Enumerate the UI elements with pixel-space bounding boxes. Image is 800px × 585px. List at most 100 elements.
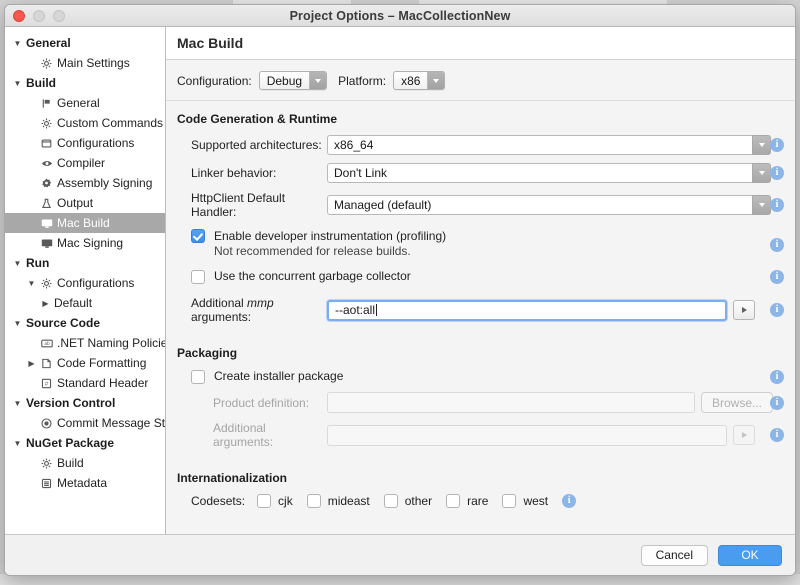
sidebar-item-metadata[interactable]: ▼Metadata — [5, 473, 165, 493]
httpclient-handler-value[interactable]: Managed (default) — [327, 195, 752, 215]
eye-icon — [38, 158, 55, 169]
additional-arguments-label: Additional arguments: — [213, 421, 327, 449]
configuration-dropdown[interactable]: Debug — [259, 71, 327, 90]
sidebar-item-output[interactable]: ▼Output — [5, 193, 165, 213]
sidebar-item-mac-signing[interactable]: ▼Mac Signing — [5, 233, 165, 253]
sidebar-item-label: Configurations — [55, 276, 134, 290]
sidebar-item-label: Configurations — [55, 136, 134, 150]
info-icon[interactable]: i — [770, 428, 784, 442]
sidebar-item-run[interactable]: ▼Run — [5, 253, 165, 273]
gear-icon — [38, 118, 55, 129]
sidebar-item-build[interactable]: ▼Build — [5, 73, 165, 93]
disclosure-triangle-open[interactable]: ▼ — [11, 319, 24, 328]
sidebar-item-general[interactable]: ▼General — [5, 33, 165, 53]
sidebar-item-source-code[interactable]: ▼Source Code — [5, 313, 165, 333]
window-body: ▼General▼Main Settings▼Build▼General▼Cus… — [5, 27, 795, 534]
chevron-down-icon[interactable] — [752, 163, 771, 183]
disclosure-triangle-closed[interactable]: ▶ — [25, 359, 38, 368]
info-icon[interactable]: i — [770, 270, 784, 284]
linker-behavior-value[interactable]: Don't Link — [327, 163, 752, 183]
info-icon[interactable]: i — [770, 198, 784, 212]
codeset-west[interactable]: west — [502, 494, 548, 508]
abc-icon: ab — [38, 338, 55, 349]
maximize-button[interactable] — [53, 10, 65, 22]
additional-arguments-input[interactable] — [327, 425, 727, 446]
disclosure-triangle-open[interactable]: ▼ — [11, 439, 24, 448]
window-titlebar[interactable]: Project Options – MacCollectionNew — [5, 5, 795, 27]
sidebar-item-custom-commands[interactable]: ▼Custom Commands — [5, 113, 165, 133]
chevron-down-icon[interactable] — [752, 135, 771, 155]
sidebar-item-configurations[interactable]: ▼Configurations — [5, 133, 165, 153]
sidebar-item-main-settings[interactable]: ▼Main Settings — [5, 53, 165, 73]
codeset-mideast-label: mideast — [328, 494, 370, 508]
page-title: Mac Build — [177, 35, 243, 51]
sidebar-item-nuget-package[interactable]: ▼NuGet Package — [5, 433, 165, 453]
platform-dropdown[interactable]: x86 — [393, 71, 445, 90]
supported-architectures-label: Supported architectures: — [191, 138, 327, 152]
mmp-arguments-expand-button[interactable] — [733, 300, 755, 320]
list-icon — [38, 478, 55, 489]
sidebar-item-compiler[interactable]: ▼Compiler — [5, 153, 165, 173]
disclosure-triangle-open[interactable]: ▼ — [11, 79, 24, 88]
codeset-cjk-label: cjk — [278, 494, 293, 508]
codeset-cjk-checkbox[interactable] — [257, 494, 271, 508]
mmp-arguments-input[interactable]: --aot:all — [327, 300, 727, 321]
disclosure-triangle-open[interactable]: ▼ — [11, 39, 24, 48]
ok-button[interactable]: OK — [718, 545, 782, 566]
info-icon[interactable]: i — [770, 303, 784, 317]
cancel-button[interactable]: Cancel — [641, 545, 708, 566]
codeset-rare-checkbox[interactable] — [446, 494, 460, 508]
monitor-icon — [38, 238, 55, 249]
disclosure-triangle-open[interactable]: ▼ — [11, 259, 24, 268]
browse-button[interactable]: Browse... — [701, 392, 773, 413]
additional-arguments-expand-button[interactable] — [733, 425, 755, 445]
sidebar-item-general[interactable]: ▼General — [5, 93, 165, 113]
info-icon[interactable]: i — [770, 166, 784, 180]
instrumentation-checkbox[interactable] — [191, 229, 205, 243]
sidebar-item-commit-message-style[interactable]: ▼Commit Message Style — [5, 413, 165, 433]
chevron-down-icon[interactable] — [752, 195, 771, 215]
codeset-mideast[interactable]: mideast — [307, 494, 370, 508]
sidebar-item-standard-header[interactable]: ▼#Standard Header — [5, 373, 165, 393]
settings-sidebar[interactable]: ▼General▼Main Settings▼Build▼General▼Cus… — [5, 27, 166, 534]
sidebar-item-mac-build[interactable]: ▼Mac Build — [5, 213, 165, 233]
info-icon[interactable]: i — [770, 238, 784, 252]
info-icon[interactable]: i — [770, 370, 784, 384]
create-installer-checkbox[interactable] — [191, 370, 205, 384]
settings-pane: Configuration: Debug Platform: x86 Code … — [166, 60, 795, 534]
linker-behavior-label: Linker behavior: — [191, 166, 327, 180]
sidebar-item-default[interactable]: ▶Default — [5, 293, 165, 313]
httpclient-handler-combo[interactable]: Managed (default) — [327, 195, 771, 215]
codeset-west-checkbox[interactable] — [502, 494, 516, 508]
sidebar-item-assembly-signing[interactable]: ▼Assembly Signing — [5, 173, 165, 193]
close-button[interactable] — [13, 10, 25, 22]
codeset-mideast-checkbox[interactable] — [307, 494, 321, 508]
supported-architectures-value[interactable]: x86_64 — [327, 135, 752, 155]
linker-behavior-combo[interactable]: Don't Link — [327, 163, 771, 183]
disclosure-triangle-open[interactable]: ▼ — [11, 399, 24, 408]
supported-architectures-combo[interactable]: x86_64 — [327, 135, 771, 155]
project-options-window: Project Options – MacCollectionNew ▼Gene… — [4, 4, 796, 576]
info-icon[interactable]: i — [770, 138, 784, 152]
codeset-other[interactable]: other — [384, 494, 432, 508]
sidebar-item-net-naming-policies[interactable]: ▼ab.NET Naming Policies — [5, 333, 165, 353]
target-icon — [38, 418, 55, 429]
configuration-row: Configuration: Debug Platform: x86 — [166, 60, 795, 101]
codeset-other-checkbox[interactable] — [384, 494, 398, 508]
info-icon[interactable]: i — [770, 396, 784, 410]
info-icon[interactable]: i — [562, 494, 576, 508]
disclosure-triangle-open[interactable]: ▼ — [25, 279, 38, 288]
product-definition-input[interactable] — [327, 392, 695, 413]
create-installer-label: Create installer package — [214, 369, 343, 384]
sidebar-item-build[interactable]: ▼Build — [5, 453, 165, 473]
codeset-cjk[interactable]: cjk — [257, 494, 293, 508]
instrumentation-label: Enable developer instrumentation (profil… — [214, 229, 446, 243]
codeset-rare[interactable]: rare — [446, 494, 488, 508]
gear-icon — [38, 458, 55, 469]
concurrent-gc-checkbox[interactable] — [191, 270, 205, 284]
sidebar-item-configurations[interactable]: ▼ Configurations — [5, 273, 165, 293]
sidebar-item-code-formatting[interactable]: ▶Code Formatting — [5, 353, 165, 373]
sidebar-item-version-control[interactable]: ▼Version Control — [5, 393, 165, 413]
disclosure-triangle-closed[interactable]: ▶ — [39, 299, 52, 308]
minimize-button[interactable] — [33, 10, 45, 22]
